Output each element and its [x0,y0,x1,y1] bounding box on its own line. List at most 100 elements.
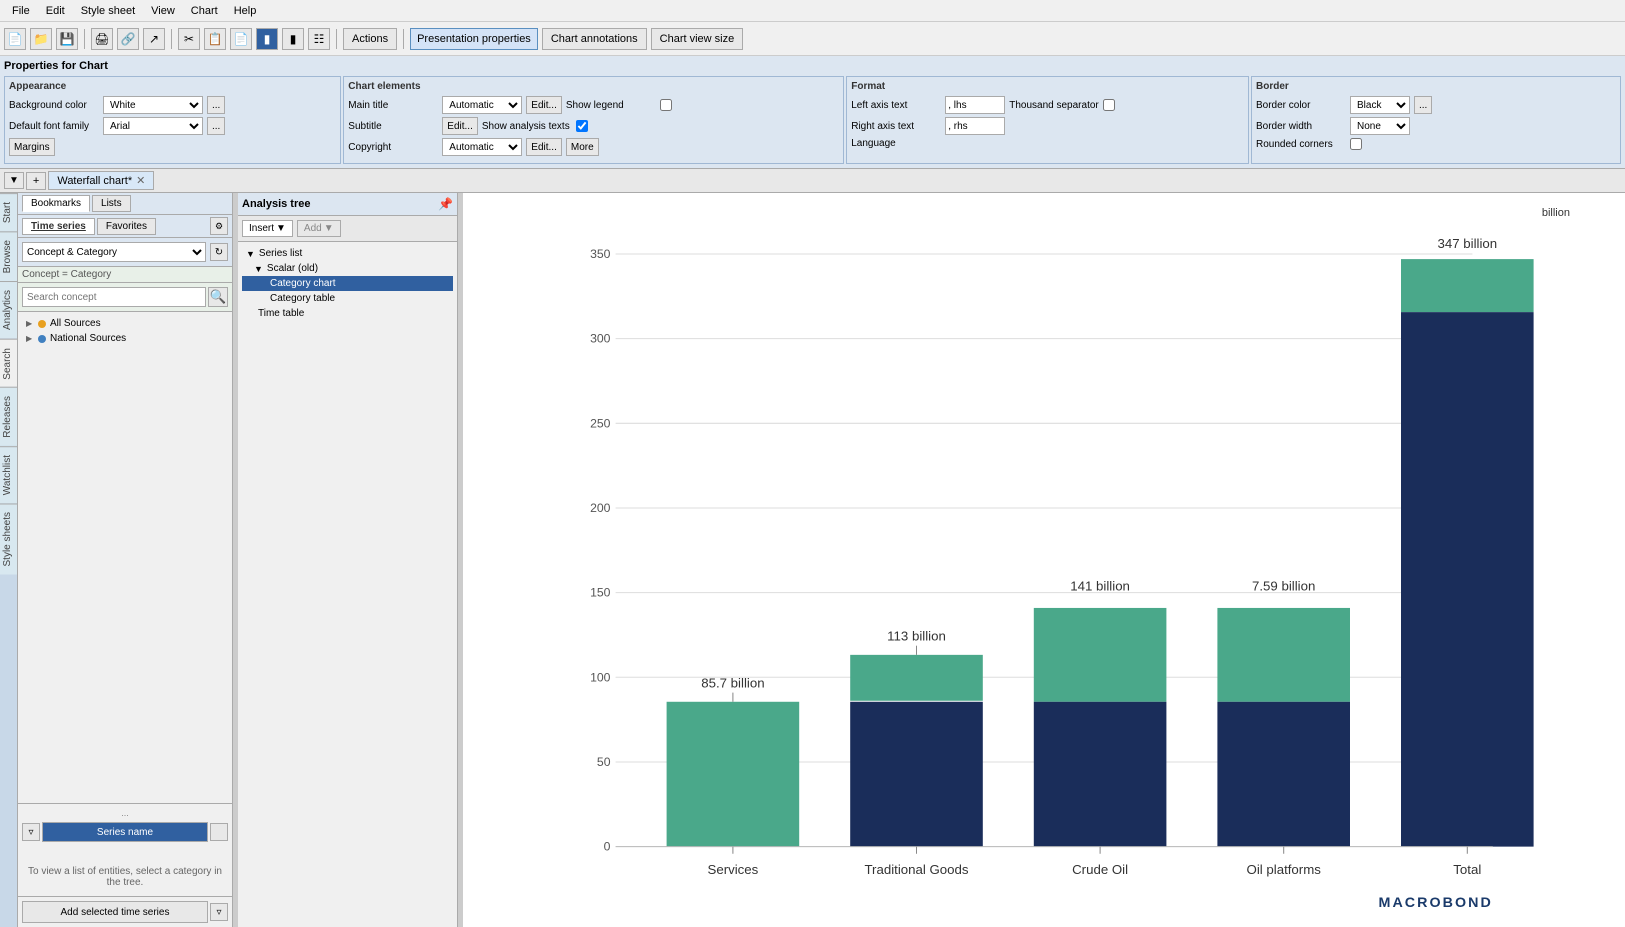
tab-add-btn[interactable]: + [26,172,46,190]
border-width-select[interactable]: None [1350,117,1410,135]
copy-btn[interactable]: 📋 [204,28,226,50]
copyright-edit-btn[interactable]: Edit... [526,138,562,156]
grid-btn[interactable]: ☷ [308,28,330,50]
chart-view-size-button[interactable]: Chart view size [651,28,744,50]
menu-edit[interactable]: Edit [38,3,73,19]
insert-btn[interactable]: Insert ▼ [242,220,293,237]
bg-color-select[interactable]: White [103,96,203,114]
left-axis-input[interactable] [945,96,1005,114]
series-right-btn[interactable] [210,823,228,841]
chart-unit-label: billion [1542,207,1570,219]
side-tab-analytics[interactable]: Analytics [0,281,17,338]
chart-annotations-button[interactable]: Chart annotations [542,28,647,50]
tree-arrow-national: ▶ [26,334,36,343]
side-tab-search[interactable]: Search [0,339,17,388]
save-btn[interactable]: 💾 [56,28,78,50]
analysis-pin-btn[interactable]: 📌 [438,197,453,211]
cut-btn[interactable]: ✂ [178,28,200,50]
main-title-select[interactable]: Automatic [442,96,522,114]
at-scalar-old[interactable]: ▼ Scalar (old) [242,261,453,276]
add-series-btn[interactable]: Add selected time series [22,901,208,923]
time-series-tab[interactable]: Time series [22,218,95,235]
main-title-edit-btn[interactable]: Edit... [526,96,562,114]
series-name-btn[interactable]: Series name [42,822,208,842]
menu-help[interactable]: Help [226,3,265,19]
more-btn[interactable]: More [566,138,599,156]
hint-text: To view a list of entities, select a cat… [22,862,228,892]
analysis-toolbar: Insert ▼ Add ▼ [238,216,457,242]
border-color-more-btn[interactable]: ... [1414,96,1432,114]
thousand-sep-check[interactable] [1103,99,1115,111]
bar-crude-light [1034,608,1167,702]
at-series-list[interactable]: ▼ Series list [242,246,453,261]
paste-btn[interactable]: 📄 [230,28,252,50]
share-btn[interactable]: 🔗 [117,28,139,50]
menu-chart[interactable]: Chart [183,3,226,19]
at-label-4: Time table [258,308,304,319]
border-title: Border [1256,81,1616,92]
show-legend-check[interactable] [660,99,672,111]
bar-services [667,702,800,847]
side-tab-watchlist[interactable]: Watchlist [0,446,17,503]
refresh-btn[interactable]: ⚙ [210,217,228,235]
print-btn[interactable]: 🖨 [91,28,113,50]
svg-text:0: 0 [604,840,611,854]
tree-label-national-sources: National Sources [50,333,126,344]
tree-item-national-sources[interactable]: ▶ National Sources [22,331,228,346]
search-input[interactable] [22,287,206,307]
chart-tab-waterfall[interactable]: Waterfall chart* ✕ [48,171,154,190]
concept-select[interactable]: Concept & Category [22,242,206,262]
at-category-chart[interactable]: Category chart [242,276,453,291]
at-time-table[interactable]: Time table [242,306,453,321]
appearance-section: Appearance Background color White ... De… [4,76,341,164]
margins-button[interactable]: Margins [9,138,55,156]
tab-dropdown-btn[interactable]: ▼ [4,172,24,189]
font-family-select[interactable]: Arial [103,117,203,135]
add-series-row: Add selected time series ▿ [18,896,232,927]
rounded-corners-check[interactable] [1350,138,1362,150]
border-width-row: Border width None [1256,117,1616,135]
side-tab-browse[interactable]: Browse [0,231,17,281]
menu-view[interactable]: View [143,3,183,19]
chart-elements-section: Chart elements Main title Automatic Edit… [343,76,844,164]
presentation-properties-button[interactable]: Presentation properties [410,28,538,50]
left-panel-header: Bookmarks Lists [18,193,232,215]
chart-btn[interactable]: ▮ [256,28,278,50]
actions-button[interactable]: Actions [343,28,397,50]
bg-color-more-btn[interactable]: ... [207,96,225,114]
appearance-title: Appearance [9,81,336,92]
bar-btn[interactable]: ▮ [282,28,304,50]
side-tab-stylesheets[interactable]: Style sheets [0,503,17,574]
show-analysis-check[interactable] [576,120,588,132]
add-btn[interactable]: Add ▼ [297,220,341,237]
new-btn[interactable]: 📄 [4,28,26,50]
subtitle-edit-btn[interactable]: Edit... [442,117,478,135]
search-btn[interactable]: 🔍 [208,287,228,307]
open-btn[interactable]: 📁 [30,28,52,50]
menu-file[interactable]: File [4,3,38,19]
chart-area: billion 350 300 250 200 150 100 50 0 [463,193,1625,927]
copyright-select[interactable]: Automatic [442,138,522,156]
lists-tab[interactable]: Lists [92,195,131,212]
right-axis-input[interactable] [945,117,1005,135]
side-tab-releases[interactable]: Releases [0,387,17,446]
bookmarks-tab[interactable]: Bookmarks [22,195,90,212]
favorites-tab[interactable]: Favorites [97,218,156,235]
bar-total-dark [1401,312,1534,846]
concept-refresh-btn[interactable]: ↻ [210,243,228,261]
border-color-select[interactable]: Black [1350,96,1410,114]
insert-label: Insert [249,223,274,234]
properties-panel: Properties for Chart Appearance Backgrou… [0,56,1625,169]
right-axis-label: Right axis text [851,121,941,132]
chart-tab-close-btn[interactable]: ✕ [136,174,145,187]
font-more-btn[interactable]: ... [207,117,225,135]
at-category-table[interactable]: Category table [242,291,453,306]
concept-row: Concept & Category ↻ [18,238,232,267]
left-axis-label: Left axis text [851,100,941,111]
menu-stylesheet[interactable]: Style sheet [73,3,143,19]
filter-btn[interactable]: ▿ [22,823,40,841]
export-btn[interactable]: ↗ [143,28,165,50]
side-tab-start[interactable]: Start [0,193,17,231]
add-series-extra-btn[interactable]: ▿ [210,903,228,921]
tree-item-all-sources[interactable]: ▶ All Sources [22,316,228,331]
